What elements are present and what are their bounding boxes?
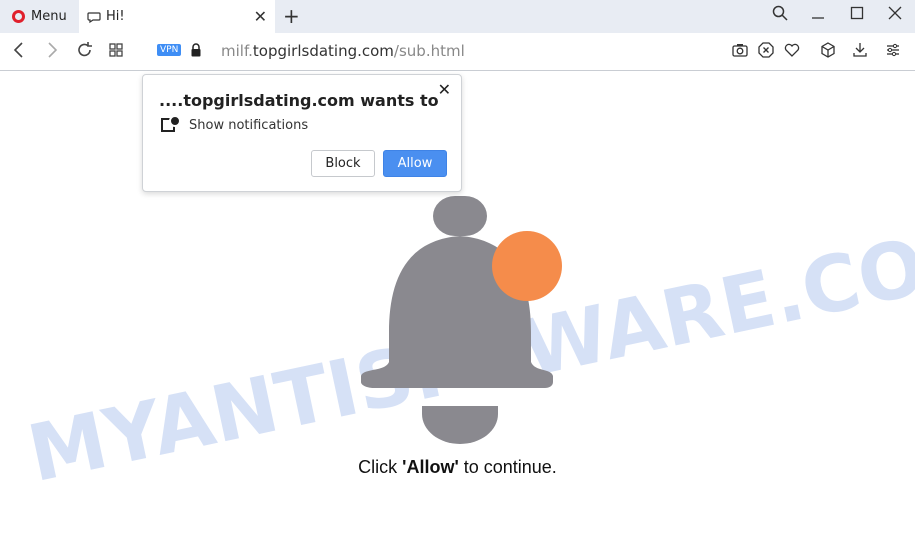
call-to-action: Click 'Allow' to continue.	[0, 457, 915, 478]
adblock-icon[interactable]	[758, 42, 774, 58]
download-icon[interactable]	[852, 42, 868, 58]
tab-bar: Menu Hi! ✕ +	[0, 0, 915, 33]
bell-icon	[361, 196, 562, 444]
close-icon[interactable]: ✕	[438, 80, 451, 99]
block-button[interactable]: Block	[311, 150, 375, 177]
cta-post: to continue.	[458, 457, 557, 477]
close-icon[interactable]: ✕	[254, 7, 267, 26]
forward-icon[interactable]	[46, 41, 58, 59]
search-icon[interactable]	[772, 5, 788, 21]
cta-pre: Click	[358, 457, 403, 477]
reload-icon[interactable]	[77, 41, 93, 59]
lock-icon[interactable]	[190, 43, 202, 57]
address-bar: VPN milf.topgirlsdating.com/sub.html	[0, 33, 915, 71]
url-field[interactable]: milf.topgirlsdating.com/sub.html	[221, 42, 465, 60]
tab-title: Hi!	[106, 9, 125, 24]
allow-button[interactable]: Allow	[383, 150, 447, 177]
notification-permission-popup: ....topgirlsdating.com wants to ✕ Show n…	[142, 74, 462, 192]
vpn-badge[interactable]: VPN	[157, 44, 182, 56]
popup-subtitle: Show notifications	[189, 118, 309, 133]
menu-button[interactable]: Menu	[0, 0, 78, 33]
menu-label: Menu	[31, 9, 67, 24]
heart-icon[interactable]	[784, 42, 800, 58]
close-window-icon[interactable]	[888, 5, 902, 21]
url-prefix: milf.	[221, 42, 253, 60]
plus-icon[interactable]: +	[283, 4, 300, 28]
maximize-icon[interactable]	[850, 5, 864, 21]
minimize-icon[interactable]	[811, 5, 825, 21]
opera-logo-icon	[12, 10, 25, 23]
chat-icon	[87, 11, 101, 23]
back-icon[interactable]	[13, 41, 25, 59]
url-host: topgirlsdating.com	[252, 42, 394, 60]
speed-dial-icon[interactable]	[109, 41, 123, 59]
notification-dot	[169, 115, 181, 127]
cube-icon[interactable]	[820, 42, 836, 58]
cta-strong: 'Allow'	[402, 457, 459, 477]
camera-icon[interactable]	[732, 42, 748, 58]
easy-setup-icon[interactable]	[885, 42, 901, 58]
url-path: /sub.html	[393, 42, 465, 60]
tab-active[interactable]: Hi! ✕	[79, 0, 275, 33]
popup-title: ....topgirlsdating.com wants to	[159, 91, 439, 110]
